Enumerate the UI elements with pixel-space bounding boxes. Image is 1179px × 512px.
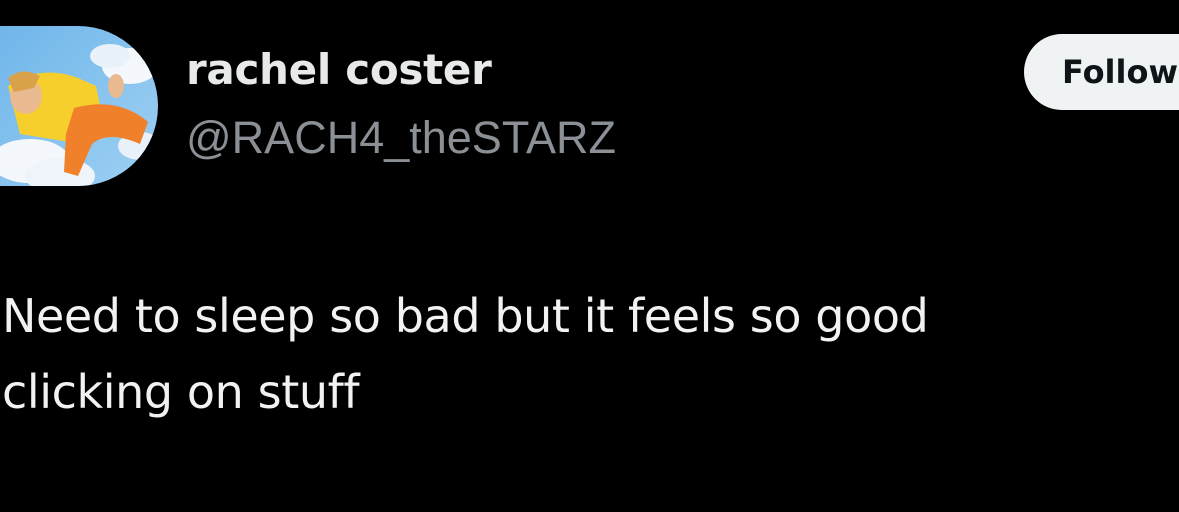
user-handle[interactable]: @RACH4_theSTARZ xyxy=(186,113,616,163)
tweet-text: Need to sleep so bad but it feels so goo… xyxy=(2,278,1162,430)
avatar[interactable] xyxy=(0,26,158,186)
avatar-image xyxy=(0,26,158,186)
display-name[interactable]: rachel coster xyxy=(186,46,492,93)
tweet-text-line: clicking on stuff xyxy=(2,365,360,419)
follow-button[interactable]: Follow xyxy=(1024,34,1179,110)
tweet-card: rachel coster @RACH4_theSTARZ Follow Nee… xyxy=(0,0,1179,512)
tweet-text-line: Need to sleep so bad but it feels so goo… xyxy=(2,289,929,343)
